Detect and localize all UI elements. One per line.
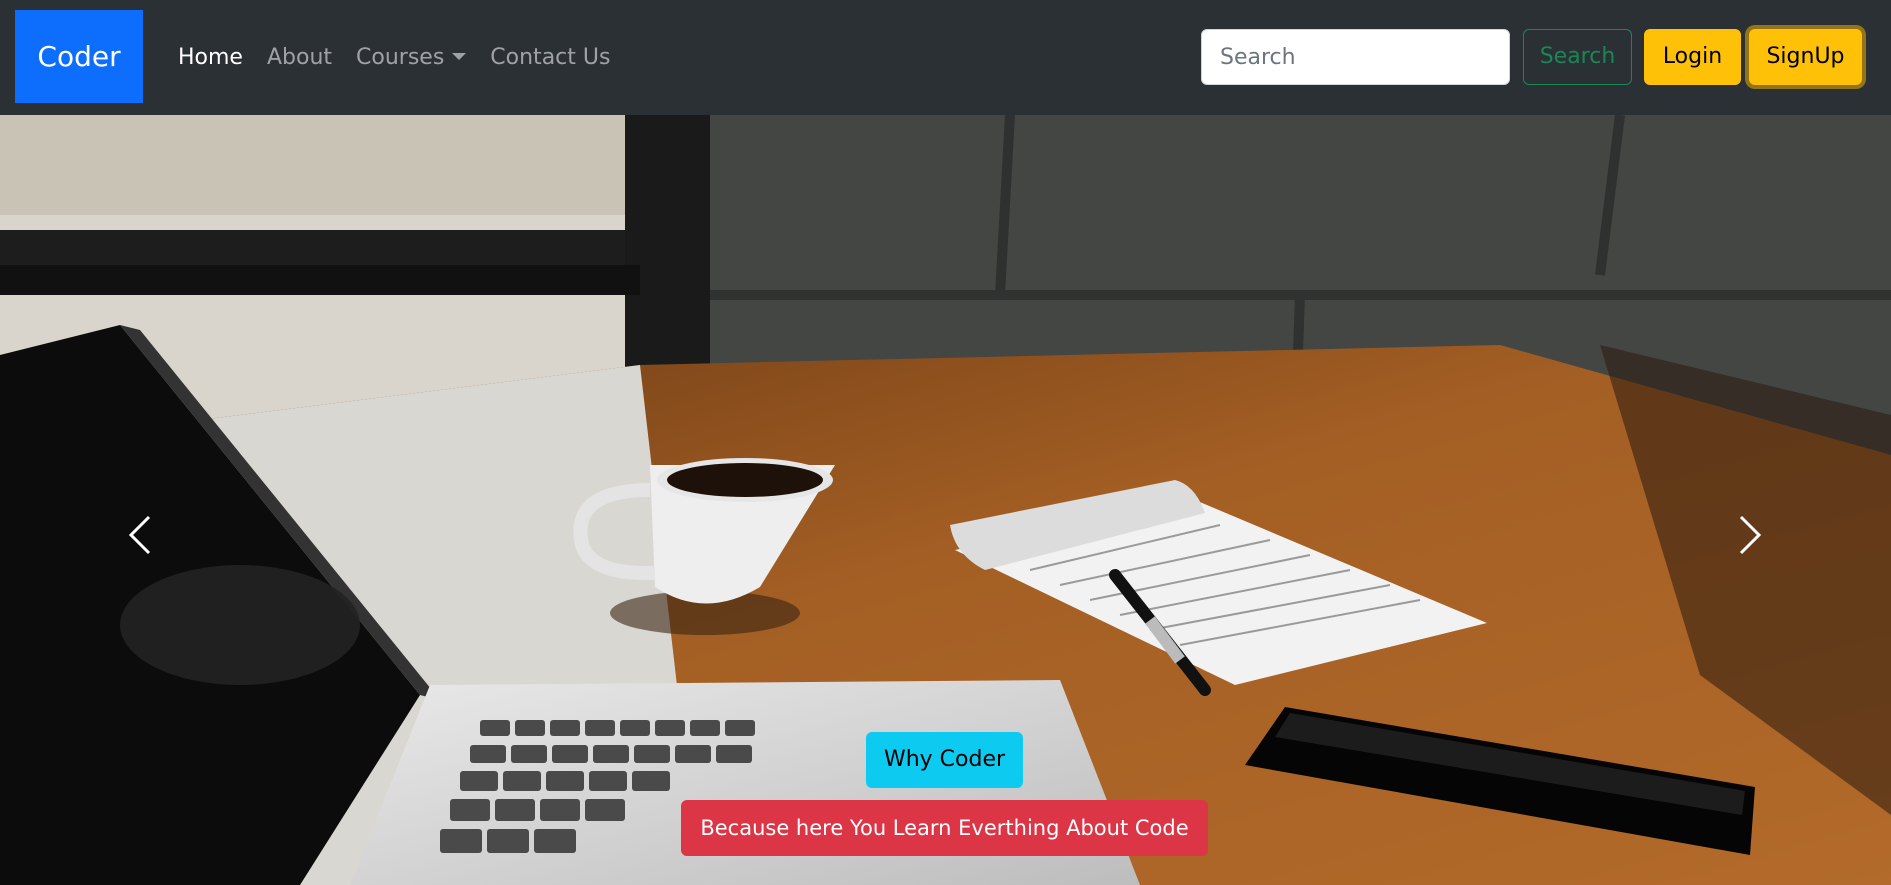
search-button[interactable]: Search — [1523, 29, 1632, 85]
chevron-left-icon — [128, 515, 151, 555]
chevron-down-icon — [452, 53, 467, 60]
chevron-right-icon — [1739, 515, 1762, 555]
caption-heading: Why Coder — [866, 732, 1023, 788]
nav-link-courses-label: Courses — [356, 45, 445, 70]
carousel-next-button[interactable] — [1720, 495, 1780, 575]
carousel-prev-button[interactable] — [110, 495, 170, 575]
signup-button[interactable]: SignUp — [1749, 29, 1862, 85]
nav-link-home[interactable]: Home — [178, 45, 243, 70]
nav-links: Home About Courses Contact Us — [178, 0, 610, 115]
caption-text: Because here You Learn Everthing About C… — [681, 800, 1208, 856]
navbar: Coder Home About Courses Contact Us Sear… — [0, 0, 1891, 115]
nav-link-courses-dropdown[interactable]: Courses — [356, 45, 467, 70]
hero-carousel: Why Coder Because here You Learn Everthi… — [0, 115, 1891, 885]
brand-logo[interactable]: Coder — [15, 10, 143, 103]
nav-link-about[interactable]: About — [267, 45, 332, 70]
nav-link-contact[interactable]: Contact Us — [490, 45, 610, 70]
login-button[interactable]: Login — [1644, 29, 1741, 85]
search-input[interactable] — [1201, 29, 1510, 85]
